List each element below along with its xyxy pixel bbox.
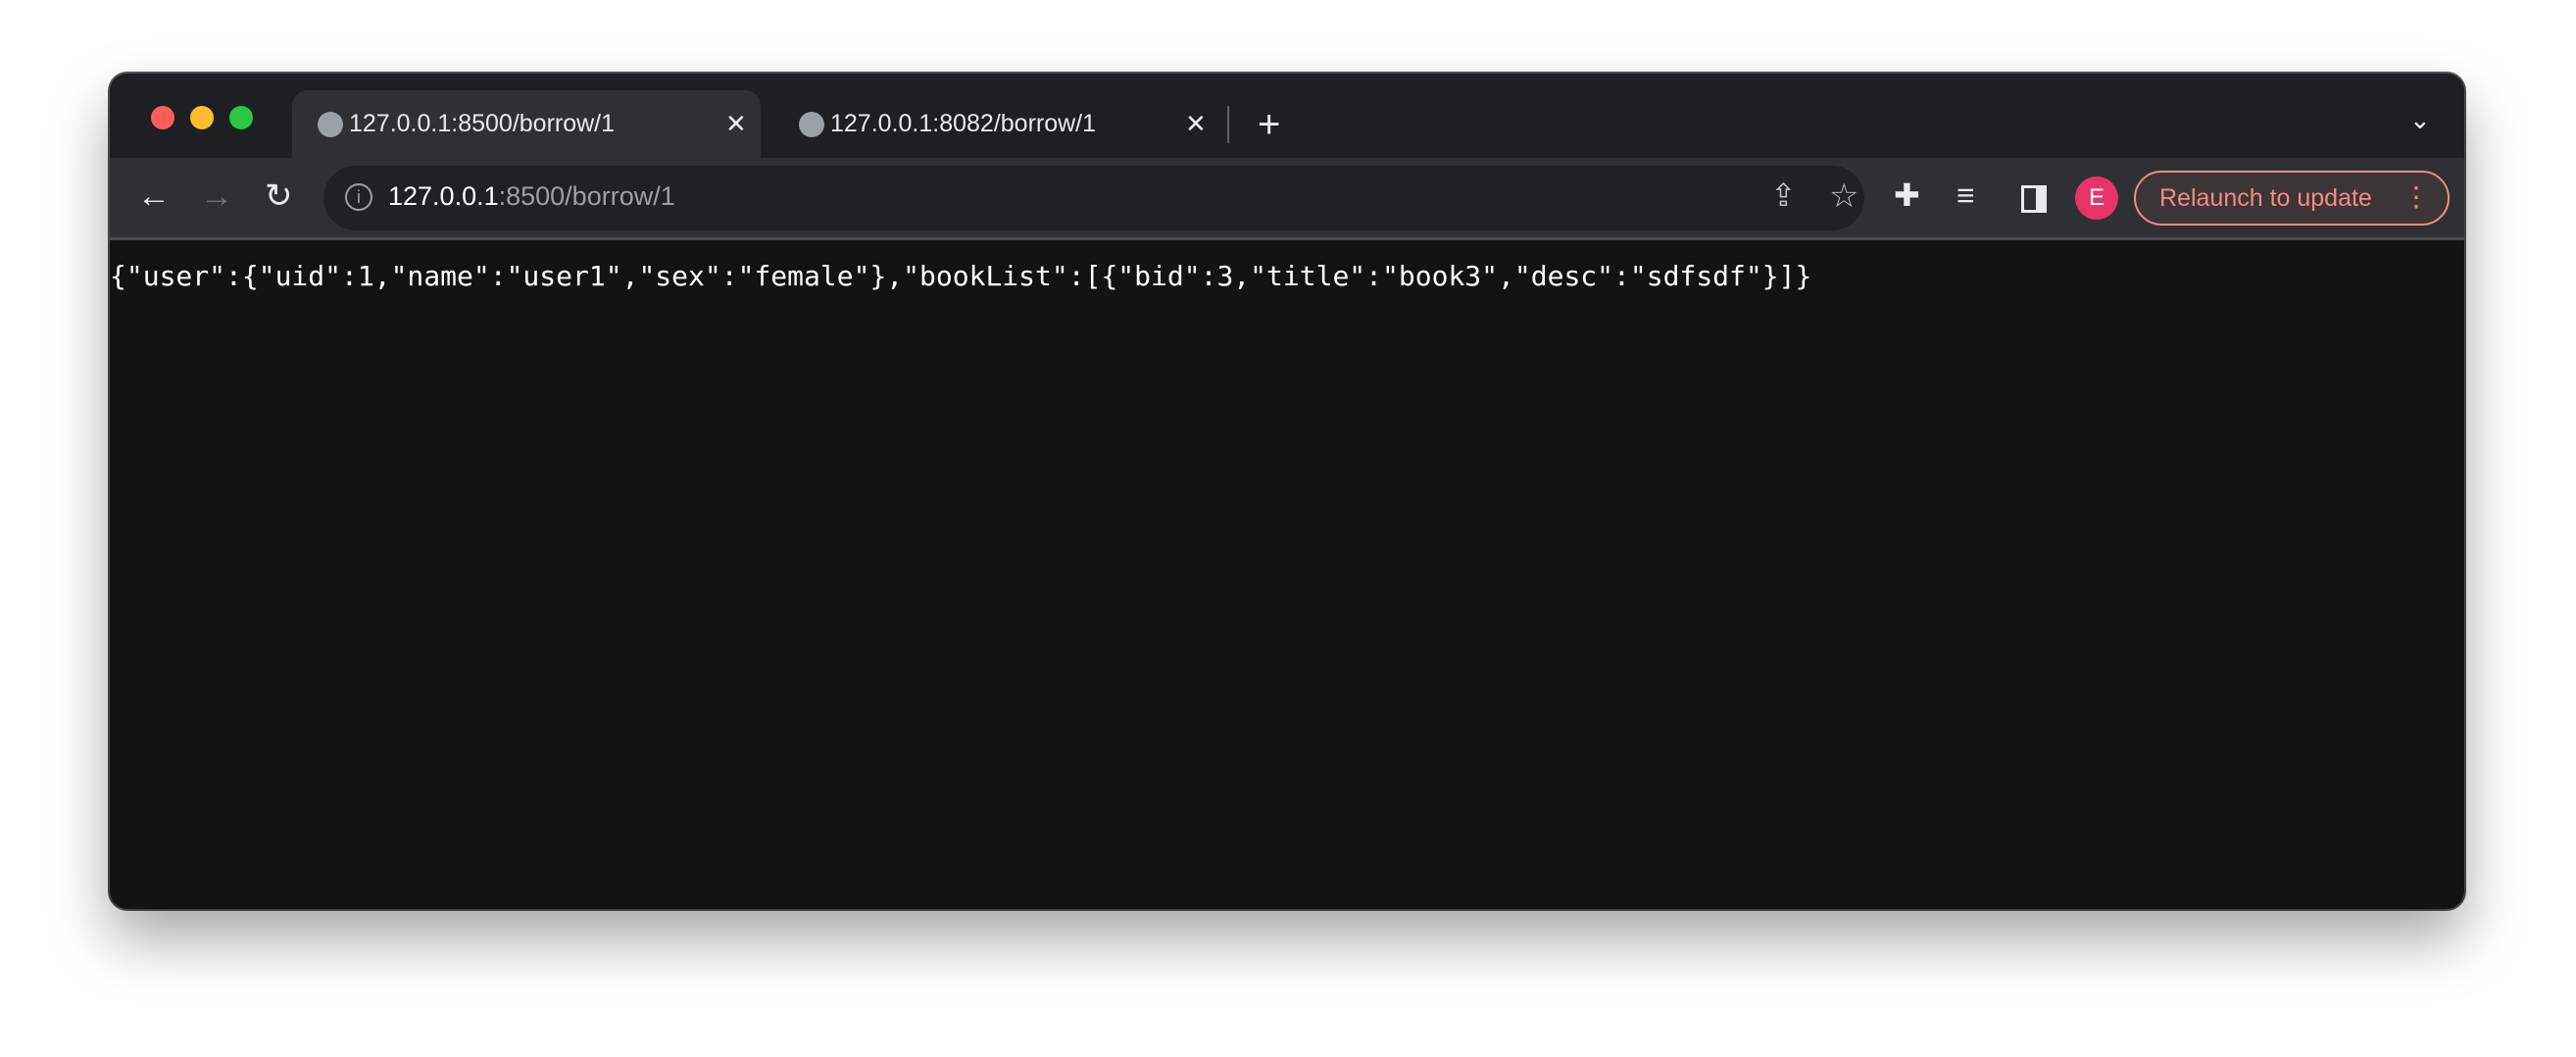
globe-icon <box>318 111 343 137</box>
media-queue-icon[interactable]: ≡ <box>1957 179 1975 211</box>
json-response-body: {"user":{"uid":1,"name":"user1","sex":"f… <box>110 260 1812 292</box>
chevron-down-icon[interactable]: ⌄ <box>2409 107 2431 132</box>
relaunch-label: Relaunch to update <box>2159 183 2372 212</box>
tab-title: 127.0.0.1:8082/borrow/1 <box>830 110 1097 137</box>
tab-separator <box>1227 106 1229 143</box>
avatar[interactable]: E <box>2075 176 2118 220</box>
relaunch-button[interactable]: Relaunch to update ⋮ <box>2134 171 2450 226</box>
star-icon[interactable]: ☆ <box>1829 179 1858 213</box>
tab-active[interactable]: 127.0.0.1:8500/borrow/1 ✕ <box>292 90 761 158</box>
forward-icon[interactable]: → <box>200 179 233 213</box>
plus-icon[interactable]: + <box>1258 105 1280 144</box>
close-window-button[interactable] <box>151 106 174 129</box>
back-icon[interactable]: ← <box>137 179 171 213</box>
close-icon[interactable]: ✕ <box>1185 109 1207 139</box>
address-bar[interactable]: i 127.0.0.1:8500/borrow/1 ⇪ ☆ <box>323 166 1864 230</box>
tab-inactive[interactable]: 127.0.0.1:8082/borrow/1 ✕ <box>773 90 1224 158</box>
browser-window: 127.0.0.1:8500/borrow/1 ✕ 127.0.0.1:8082… <box>110 74 2464 909</box>
toolbar: ← → ↻ i 127.0.0.1:8500/borrow/1 ⇪ ☆ ✚ ≡ … <box>110 158 2464 240</box>
tab-title: 127.0.0.1:8500/borrow/1 <box>349 110 616 137</box>
side-panel-icon[interactable] <box>2021 185 2047 213</box>
tab-strip: 127.0.0.1:8500/borrow/1 ✕ 127.0.0.1:8082… <box>110 74 2464 158</box>
info-icon[interactable]: i <box>345 183 372 211</box>
minimize-window-button[interactable] <box>190 106 214 129</box>
url-text[interactable]: 127.0.0.1:8500/borrow/1 <box>388 181 675 212</box>
globe-icon <box>799 111 824 137</box>
reload-icon[interactable]: ↻ <box>265 179 293 213</box>
extensions-icon[interactable]: ✚ <box>1894 179 1920 211</box>
close-icon[interactable]: ✕ <box>725 109 747 139</box>
more-vert-icon[interactable]: ⋮ <box>2403 180 2430 213</box>
share-icon[interactable]: ⇪ <box>1770 179 1797 211</box>
maximize-window-button[interactable] <box>229 106 253 129</box>
